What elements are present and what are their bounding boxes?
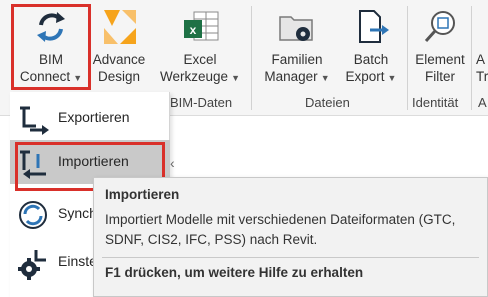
document-export-icon: [352, 8, 390, 50]
familien-manager-label: Familien Manager ▼: [264, 52, 330, 84]
group-divider: [407, 6, 408, 110]
tooltip-description: Importiert Modelle mit verschiedenen Dat…: [105, 212, 456, 247]
chevron-down-icon: ▼: [320, 73, 330, 83]
element-filter-label: Element Filter: [415, 52, 465, 84]
tooltip-title: Importieren: [105, 187, 180, 202]
batch-export-label: Batch Export ▼: [345, 52, 397, 84]
svg-text:x: x: [190, 23, 197, 37]
magnifier-icon: [421, 8, 459, 50]
tooltip: Importieren Importiert Modelle mit versc…: [93, 177, 488, 297]
highlight-box: [11, 4, 91, 90]
advance-design-logo-icon: [100, 8, 138, 50]
group-label-dateien: Dateien: [305, 95, 350, 110]
excel-table-icon: x: [180, 8, 220, 50]
tooltip-help-hint: F1 drücken, um weitere Hilfe zu erhalten: [105, 265, 364, 280]
group-divider: [251, 6, 252, 110]
element-filter-button[interactable]: Element Filter: [409, 2, 471, 90]
group-label-identitaet: Identität: [412, 95, 459, 110]
excel-werkzeuge-label: Excel Werkzeuge ▼: [160, 52, 240, 84]
familien-manager-button[interactable]: Familien Manager ▼: [257, 2, 337, 90]
menu-item-exportieren[interactable]: Exportieren: [10, 96, 170, 140]
advance-design-button[interactable]: Advance Design: [90, 2, 148, 90]
chevron-down-icon: ▼: [231, 73, 240, 83]
group-label-bim-daten: BIM-Daten: [170, 95, 233, 110]
menu-item-label: Synch: [58, 205, 97, 221]
tooltip-divider: [102, 257, 479, 258]
group-label-partial: A: [478, 95, 487, 110]
chevron-left-icon: ‹: [170, 155, 175, 171]
partial-ribbon-button[interactable]: A Tr: [476, 2, 488, 90]
folder-gear-icon: [277, 8, 317, 50]
menu-item-label: Einste: [58, 253, 97, 269]
export-arrow-icon: [16, 102, 50, 136]
excel-werkzeuge-button[interactable]: x Excel Werkzeuge ▼: [156, 2, 244, 90]
chevron-down-icon: ▼: [387, 73, 397, 83]
settings-gear-icon: [16, 246, 50, 280]
sync-circle-icon: [16, 198, 50, 232]
batch-export-button[interactable]: Batch Export ▼: [339, 2, 403, 90]
group-divider: [471, 6, 472, 110]
menu-item-label: Exportieren: [58, 109, 130, 125]
partial-ribbon-label: A Tr: [476, 52, 488, 84]
advance-design-label: Advance Design: [92, 52, 146, 84]
